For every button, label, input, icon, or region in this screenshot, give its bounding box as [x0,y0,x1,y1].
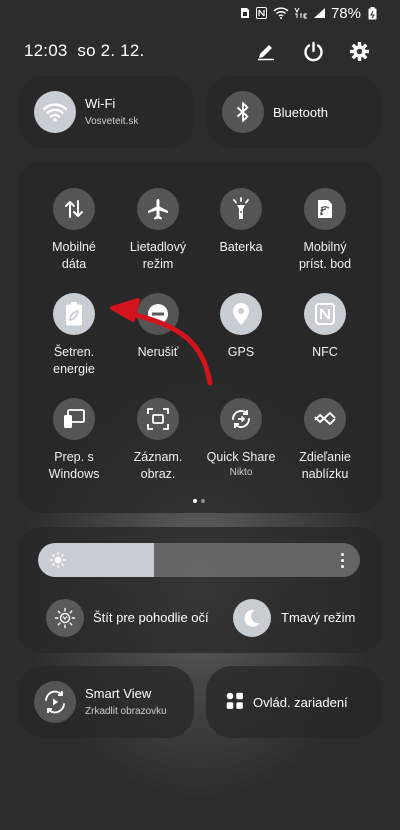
annotation-arrow [110,298,213,386]
